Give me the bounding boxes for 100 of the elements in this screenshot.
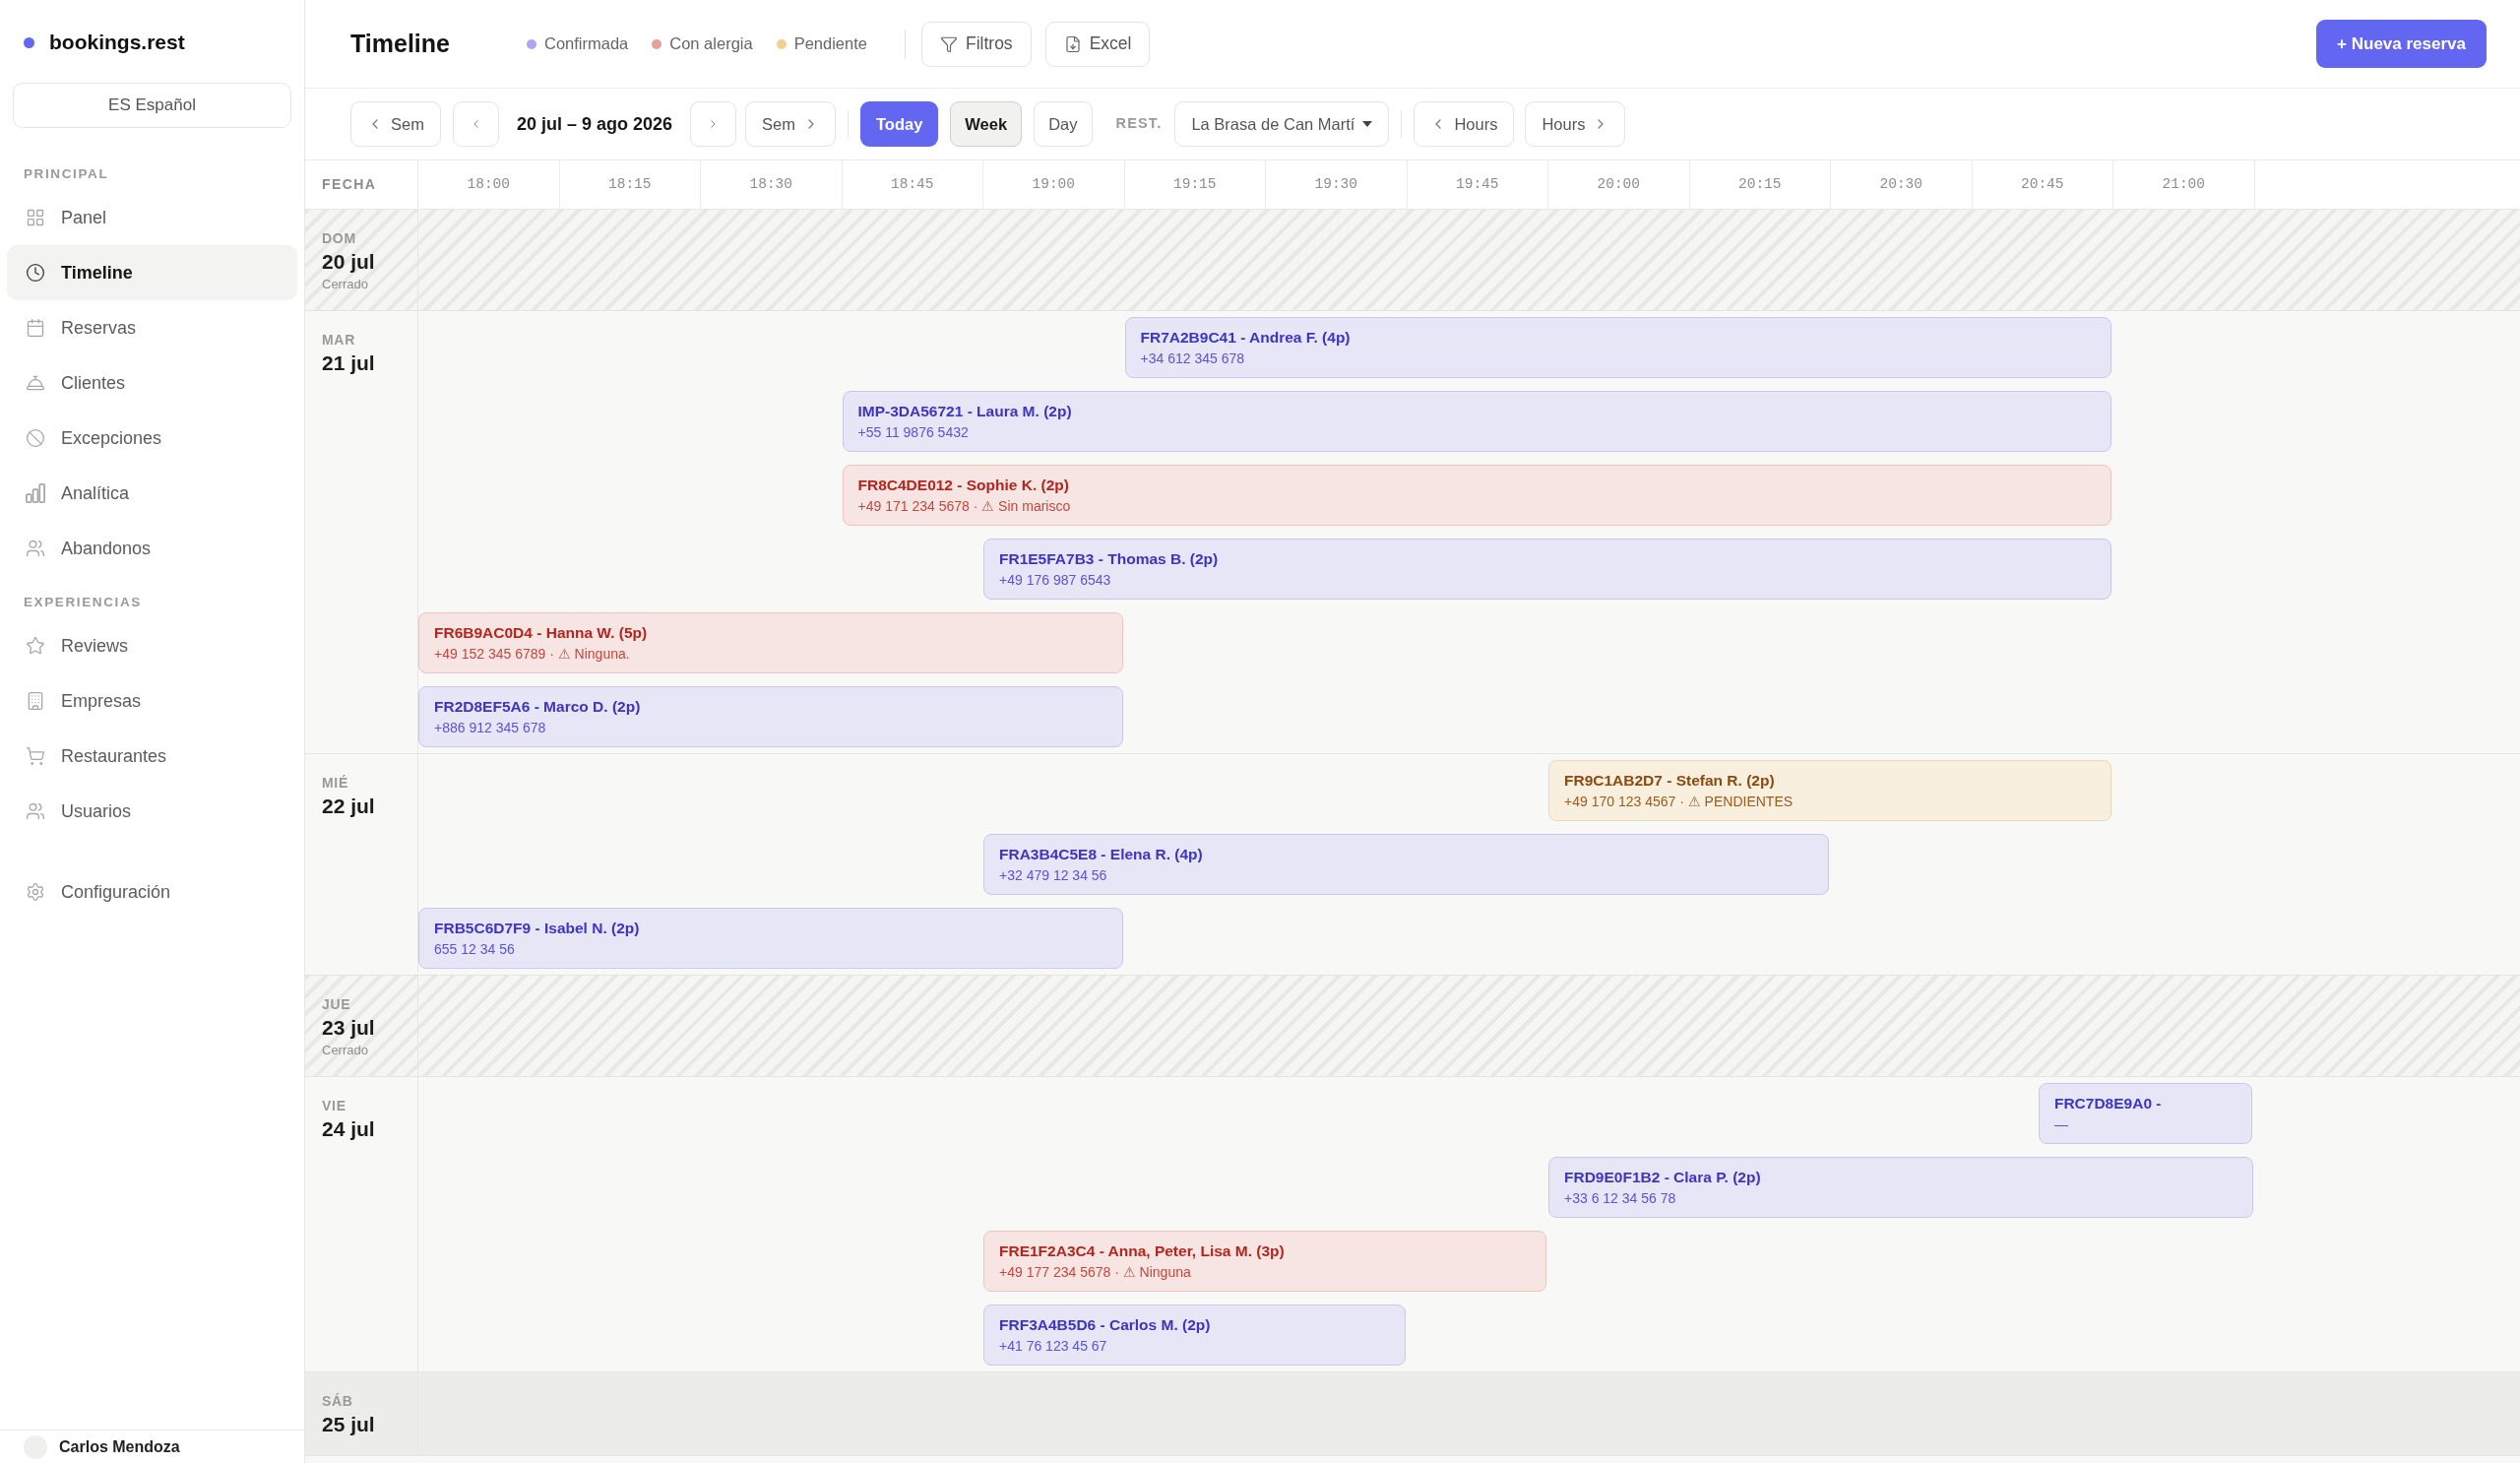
date-range-label: 20 jul – 9 ago 2026 — [516, 112, 673, 136]
users-icon — [26, 539, 45, 558]
nav-item[interactable]: Configuración — [7, 864, 297, 920]
booking-bar[interactable]: FRF3A4B5D6 - Carlos M. (2p) +41 76 123 45 67 — [983, 1304, 1406, 1366]
booking-detail: +49 171 234 5678 · ⚠ Sin marisco — [857, 497, 1072, 515]
new-booking-button[interactable]: + Nueva reserva — [2316, 20, 2487, 68]
booking-bar[interactable]: FRA3B4C5E8 - Elena R. (4p) +32 479 12 34 56 — [983, 834, 1829, 895]
booking-detail: +49 152 345 6789 · ⚠ Ninguna. — [434, 645, 631, 663]
booking-title: FRC7D8E9A0 - — [2053, 1094, 2163, 1113]
nav-item[interactable]: Clientes — [7, 355, 297, 411]
booking-detail: +34 612 345 678 — [1140, 350, 1245, 367]
nav-item[interactable]: Empresas — [7, 673, 297, 729]
weekday-label: SÁB — [322, 1392, 354, 1410]
booking-detail: +49 176 987 6543 — [999, 571, 1112, 589]
nav-item[interactable]: Excepciones — [7, 411, 297, 466]
week-back-button[interactable]: Sem — [350, 101, 441, 147]
weekday-label: VIE — [322, 1097, 347, 1114]
view-tab[interactable]: Day — [1034, 101, 1093, 147]
section-heading: EXPERIENCIAS — [23, 595, 143, 610]
service-bell-icon — [26, 373, 45, 393]
weekday-label: DOM — [322, 229, 357, 247]
file-download-icon — [1063, 34, 1082, 53]
booking-title: FR9C1AB2D7 - Stefan R. (2p) — [1564, 771, 1776, 791]
view-tab[interactable]: Week — [950, 101, 1023, 147]
booking-detail: +49 170 123 4567 · ⚠ PENDIENTES — [1564, 793, 1795, 810]
booking-detail: +49 177 234 5678 · ⚠ Ninguna — [999, 1263, 1192, 1281]
time-label: 20:30 — [1879, 174, 1922, 194]
booking-bar[interactable]: IMP-3DA56721 - Laura M. (2p) +55 11 9876 5432 — [842, 391, 2111, 452]
booking-detail: +33 6 12 34 56 78 — [1564, 1189, 1677, 1207]
day-date: 24 jul — [322, 1116, 376, 1142]
booking-bar[interactable]: FR8C4DE012 - Sophie K. (2p) +49 171 234 5678 · ⚠ Sin marisco — [842, 465, 2111, 526]
time-label: 19:45 — [1456, 174, 1499, 194]
time-label: 19:30 — [1314, 174, 1357, 194]
nav-item[interactable]: Usuarios — [7, 784, 297, 839]
booking-bar[interactable]: FRD9E0F1B2 - Clara P. (2p) +33 6 12 34 56 78 — [1548, 1157, 2253, 1218]
booking-title: FRE1F2A3C4 - Anna, Peter, Lisa M. (3p) — [999, 1241, 1286, 1261]
time-label: 21:00 — [2162, 174, 2205, 194]
booking-bar[interactable]: FR2D8EF5A6 - Marco D. (2p) +886 912 345 678 — [418, 686, 1123, 747]
today-button[interactable]: Today — [859, 101, 939, 147]
language-button[interactable]: ES Español — [13, 83, 291, 128]
prohibited-icon — [26, 428, 45, 448]
time-label: 18:30 — [749, 174, 792, 194]
booking-title: FRF3A4B5D6 - Carlos M. (2p) — [999, 1315, 1212, 1335]
time-label: 19:15 — [1173, 174, 1217, 194]
restaurant-label: REST. — [1115, 114, 1163, 134]
booking-title: IMP-3DA56721 - Laura M. (2p) — [857, 402, 1073, 421]
booking-title: FR1E5FA7B3 - Thomas B. (2p) — [999, 549, 1220, 569]
time-label: 19:00 — [1032, 174, 1075, 194]
section-heading: PRINCIPAL — [23, 166, 110, 182]
weekday-label: MAR — [322, 331, 356, 349]
booking-title: FR2D8EF5A6 - Marco D. (2p) — [434, 697, 642, 717]
nav-item[interactable]: Reservas — [7, 300, 297, 355]
users-icon — [26, 801, 45, 821]
previous-button[interactable] — [452, 101, 499, 147]
booking-detail: +41 76 123 45 67 — [999, 1337, 1108, 1355]
closed-label: Cerrado — [322, 1043, 369, 1058]
time-label: 20:45 — [2021, 174, 2064, 194]
nav-item[interactable]: Reviews — [7, 618, 297, 673]
bar-chart-icon — [26, 483, 45, 503]
nav-item[interactable]: Analítica — [7, 466, 297, 521]
weekday-label: MIÉ — [322, 774, 349, 792]
booking-bar[interactable]: FR9C1AB2D7 - Stefan R. (2p) +49 170 123 4567 · ⚠ PENDIENTES — [1548, 760, 2111, 821]
booking-bar[interactable]: FRC7D8E9A0 - — — [2038, 1083, 2253, 1144]
cart-icon — [26, 746, 45, 766]
caret-icon — [1362, 121, 1373, 127]
booking-bar[interactable]: FR6B9AC0D4 - Hanna W. (5p) +49 152 345 6789 · ⚠ Ninguna. — [418, 612, 1123, 673]
booking-detail: — — [2053, 1115, 2069, 1133]
page-title: Timeline — [350, 28, 450, 59]
filter-button[interactable]: Filtros — [921, 21, 1032, 67]
legend-label: Con alergia — [669, 33, 753, 55]
day-date: 23 jul — [322, 1015, 376, 1041]
date-column-header: FECHA — [322, 175, 377, 194]
hours-back-button[interactable]: Hours — [1414, 101, 1515, 147]
booking-bar[interactable]: FRE1F2A3C4 - Anna, Peter, Lisa M. (3p) +49 177 234 5678 · ⚠ Ninguna — [983, 1231, 1546, 1292]
booking-detail: +886 912 345 678 — [434, 719, 547, 736]
time-label: 20:00 — [1597, 174, 1640, 194]
day-date: 25 jul — [322, 1412, 376, 1437]
nav-item[interactable]: Timeline — [7, 245, 297, 300]
excel-button[interactable]: Excel — [1044, 21, 1151, 67]
time-label: 18:00 — [467, 174, 510, 194]
booking-bar[interactable]: FR7A2B9C41 - Andrea F. (4p) +34 612 345 678 — [1124, 317, 2111, 378]
restaurant-select[interactable]: La Brasa de Can Martí — [1174, 101, 1390, 147]
week-forward-button[interactable]: Sem — [745, 101, 836, 147]
nav-item[interactable]: Panel — [7, 190, 297, 245]
user-name: Carlos Mendoza — [59, 1436, 180, 1457]
booking-title: FR8C4DE012 - Sophie K. (2p) — [857, 476, 1070, 495]
booking-title: FRB5C6D7F9 - Isabel N. (2p) — [434, 919, 641, 938]
star-icon — [26, 636, 45, 656]
booking-bar[interactable]: FR1E5FA7B3 - Thomas B. (2p) +49 176 987 6543 — [983, 539, 2111, 600]
hours-forward-button[interactable]: Hours — [1525, 101, 1626, 147]
day-date: 22 jul — [322, 794, 376, 819]
nav-item[interactable]: Abandonos — [7, 521, 297, 576]
nav-item[interactable]: Restaurantes — [7, 729, 297, 784]
building-icon — [26, 691, 45, 711]
grid-icon — [26, 208, 45, 227]
day-date: 20 jul — [322, 249, 376, 275]
booking-bar[interactable]: FRB5C6D7F9 - Isabel N. (2p) 655 12 34 56 — [418, 908, 1123, 969]
time-label: 18:45 — [891, 174, 934, 194]
next-button[interactable] — [690, 101, 737, 147]
booking-detail: +32 479 12 34 56 — [999, 866, 1108, 884]
